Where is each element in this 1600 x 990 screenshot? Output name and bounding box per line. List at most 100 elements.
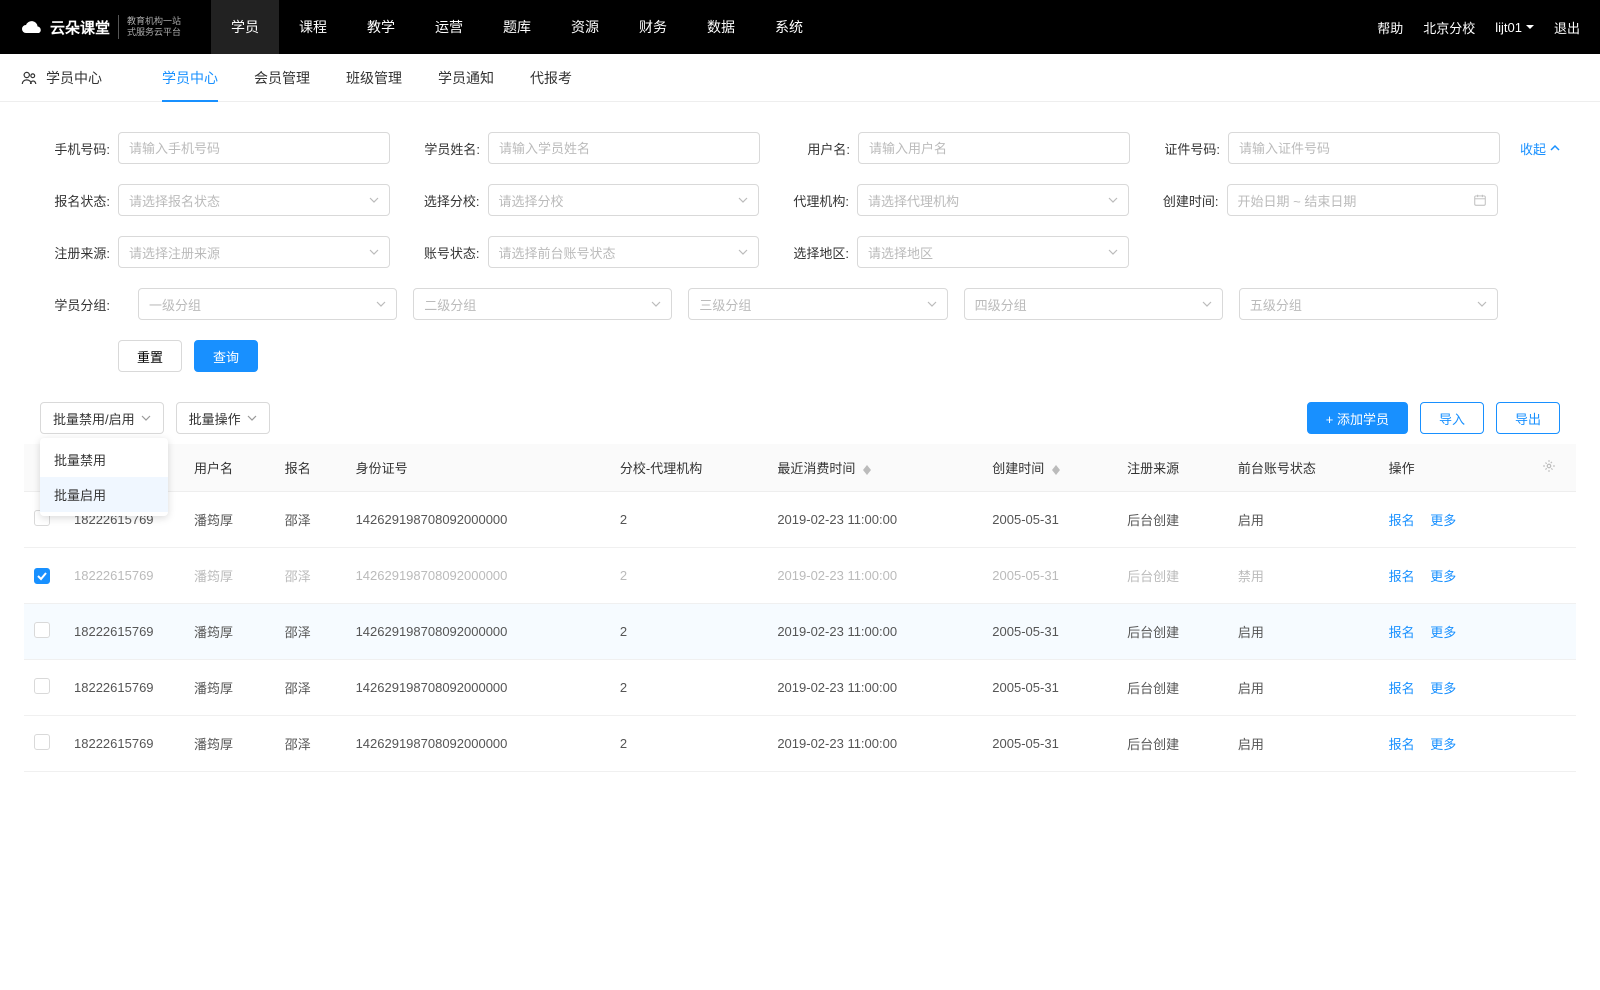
cell-create-time: 2005-05-31 bbox=[982, 548, 1117, 604]
cell-branch-agent: 2 bbox=[610, 604, 767, 660]
sort-icon bbox=[863, 465, 871, 475]
group1-select[interactable]: 一级分组 bbox=[138, 288, 397, 320]
enroll-status-label: 报名状态: bbox=[40, 191, 110, 210]
sort-icon bbox=[1052, 465, 1060, 475]
group3-select[interactable]: 三级分组 bbox=[688, 288, 947, 320]
branch-link[interactable]: 北京分校 bbox=[1423, 18, 1475, 37]
chevron-down-icon bbox=[141, 413, 151, 423]
cell-status: 启用 bbox=[1228, 604, 1379, 660]
user-menu[interactable]: lijt01 bbox=[1495, 20, 1534, 35]
cell-username: 潘筠厚 bbox=[184, 716, 275, 772]
nav-teaching[interactable]: 教学 bbox=[347, 0, 415, 54]
cell-last-consume: 2019-02-23 11:00:00 bbox=[767, 604, 982, 660]
sub-nav-title: 学员中心 bbox=[20, 68, 102, 88]
action-enroll[interactable]: 报名 bbox=[1389, 513, 1415, 528]
reg-source-select[interactable]: 请选择注册来源 bbox=[118, 236, 390, 268]
row-checkbox[interactable] bbox=[34, 622, 50, 638]
cell-action: 报名 更多 bbox=[1379, 548, 1532, 604]
action-enroll[interactable]: 报名 bbox=[1389, 625, 1415, 640]
cell-action: 报名 更多 bbox=[1379, 716, 1532, 772]
logo-text: 云朵课堂 bbox=[50, 17, 110, 38]
branch-select[interactable]: 请选择分校 bbox=[488, 184, 760, 216]
cell-username: 潘筠厚 bbox=[184, 660, 275, 716]
help-link[interactable]: 帮助 bbox=[1377, 18, 1403, 37]
action-enroll[interactable]: 报名 bbox=[1389, 569, 1415, 584]
cell-create-time: 2005-05-31 bbox=[982, 660, 1117, 716]
cell-username: 潘筠厚 bbox=[184, 604, 275, 660]
import-button[interactable]: 导入 bbox=[1420, 402, 1484, 434]
action-enroll[interactable]: 报名 bbox=[1389, 681, 1415, 696]
region-select[interactable]: 请选择地区 bbox=[857, 236, 1129, 268]
action-more[interactable]: 更多 bbox=[1430, 569, 1456, 584]
col-settings[interactable] bbox=[1532, 444, 1576, 492]
search-panel: 手机号码: 学员姓名: 用户名: 证件号码: 收起 报名状态: 请选择报名状态 bbox=[0, 102, 1600, 382]
cell-idno: 142629198708092000000 bbox=[346, 716, 610, 772]
account-status-select[interactable]: 请选择前台账号状态 bbox=[488, 236, 760, 268]
nav-resource[interactable]: 资源 bbox=[551, 0, 619, 54]
cell-create-time: 2005-05-31 bbox=[982, 492, 1117, 548]
create-time-range[interactable]: 开始日期 ~ 结束日期 bbox=[1227, 184, 1499, 216]
tab-member[interactable]: 会员管理 bbox=[254, 54, 310, 102]
idno-input[interactable] bbox=[1228, 132, 1500, 164]
cell-username: 潘筠厚 bbox=[184, 548, 275, 604]
tab-notice[interactable]: 学员通知 bbox=[438, 54, 494, 102]
cell-status: 启用 bbox=[1228, 660, 1379, 716]
username-input[interactable] bbox=[858, 132, 1130, 164]
tab-student-center[interactable]: 学员中心 bbox=[162, 54, 218, 102]
cell-enroll: 邵泽 bbox=[275, 548, 346, 604]
cell-username: 潘筠厚 bbox=[184, 492, 275, 548]
nav-operation[interactable]: 运营 bbox=[415, 0, 483, 54]
cell-phone: 18222615769 bbox=[64, 660, 184, 716]
batch-enable-dropdown[interactable]: 批量禁用/启用 bbox=[40, 402, 164, 434]
cell-reg-source: 后台创建 bbox=[1117, 548, 1228, 604]
action-more[interactable]: 更多 bbox=[1430, 737, 1456, 752]
action-more[interactable]: 更多 bbox=[1430, 513, 1456, 528]
action-more[interactable]: 更多 bbox=[1430, 681, 1456, 696]
chevron-down-icon bbox=[369, 195, 379, 205]
chevron-down-icon bbox=[738, 195, 748, 205]
cell-last-consume: 2019-02-23 11:00:00 bbox=[767, 660, 982, 716]
col-account-status: 前台账号状态 bbox=[1228, 444, 1379, 492]
nav-data[interactable]: 数据 bbox=[687, 0, 755, 54]
query-button[interactable]: 查询 bbox=[194, 340, 258, 372]
col-action: 操作 bbox=[1379, 444, 1532, 492]
nav-question[interactable]: 题库 bbox=[483, 0, 551, 54]
table-row: 18222615769 潘筠厚 邵泽 142629198708092000000… bbox=[24, 604, 1576, 660]
row-checkbox[interactable] bbox=[34, 568, 50, 584]
nav-finance[interactable]: 财务 bbox=[619, 0, 687, 54]
logout-link[interactable]: 退出 bbox=[1554, 18, 1580, 37]
reset-button[interactable]: 重置 bbox=[118, 340, 182, 372]
row-checkbox[interactable] bbox=[34, 678, 50, 694]
menu-batch-disable[interactable]: 批量禁用 bbox=[40, 442, 168, 477]
nav-courses[interactable]: 课程 bbox=[279, 0, 347, 54]
batch-op-dropdown[interactable]: 批量操作 bbox=[176, 402, 270, 434]
cell-status: 启用 bbox=[1228, 716, 1379, 772]
col-last-consume[interactable]: 最近消费时间 bbox=[767, 444, 982, 492]
menu-batch-enable[interactable]: 批量启用 bbox=[40, 477, 168, 512]
chevron-down-icon bbox=[1202, 299, 1212, 309]
group5-select[interactable]: 五级分组 bbox=[1239, 288, 1498, 320]
tab-class[interactable]: 班级管理 bbox=[346, 54, 402, 102]
col-create-time[interactable]: 创建时间 bbox=[982, 444, 1117, 492]
agent-select[interactable]: 请选择代理机构 bbox=[857, 184, 1129, 216]
cell-reg-source: 后台创建 bbox=[1117, 660, 1228, 716]
group2-select[interactable]: 二级分组 bbox=[413, 288, 672, 320]
phone-input[interactable] bbox=[118, 132, 390, 164]
col-enroll: 报名 bbox=[275, 444, 346, 492]
chevron-down-icon bbox=[651, 299, 661, 309]
add-student-button[interactable]: + 添加学员 bbox=[1307, 402, 1408, 434]
action-more[interactable]: 更多 bbox=[1430, 625, 1456, 640]
cell-action: 报名 更多 bbox=[1379, 492, 1532, 548]
action-enroll[interactable]: 报名 bbox=[1389, 737, 1415, 752]
cell-reg-source: 后台创建 bbox=[1117, 604, 1228, 660]
name-input[interactable] bbox=[488, 132, 760, 164]
enroll-status-select[interactable]: 请选择报名状态 bbox=[118, 184, 390, 216]
nav-system[interactable]: 系统 bbox=[755, 0, 823, 54]
group4-select[interactable]: 四级分组 bbox=[964, 288, 1223, 320]
nav-students[interactable]: 学员 bbox=[211, 0, 279, 54]
collapse-link[interactable]: 收起 bbox=[1520, 139, 1560, 158]
export-button[interactable]: 导出 bbox=[1496, 402, 1560, 434]
row-checkbox[interactable] bbox=[34, 734, 50, 750]
cell-action: 报名 更多 bbox=[1379, 604, 1532, 660]
tab-register[interactable]: 代报考 bbox=[530, 54, 572, 102]
